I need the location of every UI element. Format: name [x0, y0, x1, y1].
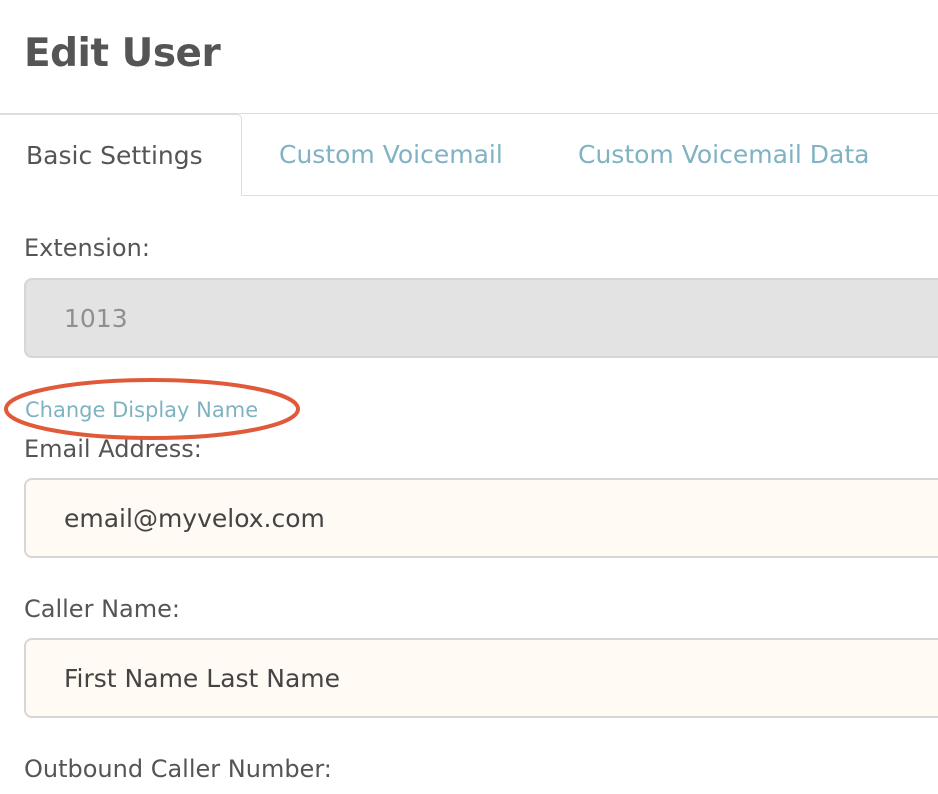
- tab-custom-voicemail-data[interactable]: Custom Voicemail Data: [578, 114, 869, 196]
- caller-name-field[interactable]: [24, 638, 938, 718]
- change-display-name-link[interactable]: Change Display Name: [25, 396, 258, 424]
- outbound-caller-number-label: Outbound Caller Number:: [24, 755, 332, 783]
- edit-user-page: Edit User Basic Settings Custom Voicemai…: [0, 0, 938, 794]
- tab-bar: Basic Settings Custom Voicemail Custom V…: [0, 114, 938, 196]
- page-title: Edit User: [24, 31, 221, 76]
- email-label: Email Address:: [24, 435, 202, 463]
- extension-field[interactable]: [24, 278, 938, 358]
- email-field[interactable]: [24, 478, 938, 558]
- extension-label: Extension:: [24, 234, 150, 262]
- tab-custom-voicemail[interactable]: Custom Voicemail: [279, 114, 503, 196]
- caller-name-label: Caller Name:: [24, 595, 180, 623]
- tab-basic-settings[interactable]: Basic Settings: [0, 114, 242, 196]
